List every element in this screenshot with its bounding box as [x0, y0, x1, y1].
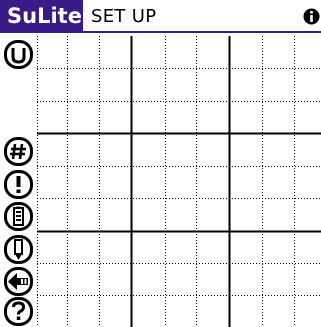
title-underline — [0, 31, 321, 33]
battery-icon[interactable] — [4, 202, 33, 231]
hash-icon[interactable] — [4, 137, 33, 166]
exclamation-icon[interactable] — [4, 170, 33, 199]
question-icon[interactable] — [4, 297, 33, 326]
info-icon[interactable] — [303, 8, 320, 25]
title-bar: SuLite SET UP — [0, 0, 321, 33]
back-arrow-icon[interactable] — [4, 267, 33, 296]
pencil-icon[interactable] — [4, 235, 33, 264]
screen-title: SET UP — [91, 6, 157, 27]
sudoku-board[interactable] — [0, 0, 321, 327]
app-menu-tab[interactable]: SuLite — [0, 0, 83, 33]
u-in-circle-icon[interactable] — [4, 40, 33, 69]
